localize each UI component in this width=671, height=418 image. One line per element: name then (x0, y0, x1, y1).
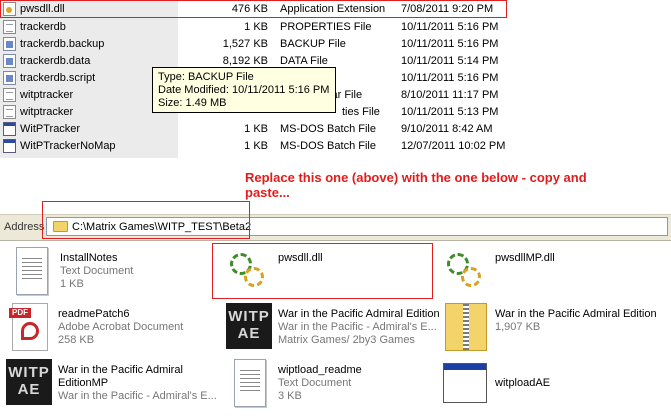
dll-gears-icon (443, 247, 485, 295)
tooltip-type: Type: BACKUP File (158, 71, 254, 83)
tile-name-line-2: EditionMP (58, 377, 109, 389)
file-size: 1 KB (244, 123, 268, 135)
file-name: witptracker (20, 106, 74, 118)
witp-ae-logo-icon: WITP AE (6, 359, 52, 405)
tile-size: 258 KB (58, 334, 95, 346)
instruction-line-2: paste... (245, 185, 290, 200)
file-date: 10/11/2011 5:16 PM (401, 21, 499, 33)
file-row-witptrackernomap[interactable]: WitPTrackerNoMap 1 KB MS-DOS Batch File … (0, 138, 671, 155)
file-type: MS-DOS Batch File (280, 140, 376, 152)
file-date: 10/11/2011 5:14 PM (401, 55, 499, 67)
document-icon (3, 105, 16, 119)
tile-readmepatch6[interactable]: PDF readmePatch6 Adobe Acrobat Document … (6, 303, 211, 355)
tile-type: Text Document (278, 377, 352, 389)
tile-witp-ae-zip[interactable]: War in the Pacific Admiral Edition 1,907… (443, 303, 669, 355)
tile-size: 3 KB (278, 390, 302, 402)
tile-witp-ae-shortcut[interactable]: WITP AE War in the Pacific Admiral Editi… (226, 303, 441, 355)
file-row-witptracker-batch[interactable]: WitPTracker 1 KB MS-DOS Batch File 9/10/… (0, 121, 671, 138)
file-date: 10/11/2011 5:16 PM (401, 38, 499, 50)
file-type: BACKUP File (280, 38, 346, 50)
file-date: 12/07/2011 10:02 PM (401, 140, 506, 152)
tile-size: 1,907 KB (495, 321, 541, 333)
document-icon (3, 88, 16, 102)
zip-folder-icon (445, 303, 487, 351)
address-highlight-box (42, 201, 250, 239)
text-document-icon (234, 359, 266, 407)
tile-name: wiptload_readme (278, 364, 362, 376)
tile-pwsdllmp[interactable]: pwsdllMP.dll (443, 247, 663, 299)
instruction-annotation: Replace this one (above) with the one be… (245, 170, 625, 200)
file-date: 10/11/2011 5:13 PM (401, 106, 499, 118)
pdf-icon: PDF (9, 303, 48, 351)
tile-name: readmePatch6 (58, 308, 130, 320)
tooltip-date: Date Modified: 10/11/2011 5:16 PM (158, 84, 330, 96)
tile-name: War in the Pacific Admiral (58, 364, 183, 376)
file-date: 9/10/2011 8:42 AM (401, 123, 493, 135)
file-name: trackerdb.script (20, 72, 96, 84)
file-type: ties File (342, 106, 380, 118)
tile-description: War in the Pacific - Admiral's E... (58, 390, 217, 402)
file-type: PROPERTIES File (280, 21, 372, 33)
system-file-icon (3, 37, 16, 51)
witp-ae-logo-icon: WITP AE (226, 303, 272, 349)
batch-file-icon (3, 122, 16, 136)
tile-witp-ae-mp[interactable]: WITP AE War in the Pacific Admiral Editi… (6, 359, 217, 411)
instruction-line-1: Replace this one (above) with the one be… (245, 170, 587, 185)
tile-name: pwsdllMP.dll (495, 252, 555, 264)
tile-description: War in the Pacific - Admiral's E... (278, 321, 437, 333)
file-name: WitPTracker (20, 123, 81, 135)
pwsdll-tile-highlight-box (212, 243, 433, 299)
file-name: trackerdb.data (20, 55, 91, 67)
file-name: WitPTrackerNoMap (20, 140, 116, 152)
file-name: trackerdb.backup (20, 38, 105, 50)
system-file-icon (3, 54, 16, 68)
application-window-icon (443, 363, 487, 403)
file-date: 8/10/2011 11:17 PM (401, 89, 499, 101)
pwsdll-row-highlight-box (0, 0, 507, 18)
tile-type: Adobe Acrobat Document (58, 321, 184, 333)
tile-installnotes[interactable]: InstallNotes Text Document 1 KB (8, 247, 208, 299)
tile-name: War in the Pacific Admiral Edition (495, 308, 657, 320)
file-details-list: pwsdll.dll 476 KB Application Extension … (0, 0, 671, 160)
tile-type: Text Document (60, 265, 134, 277)
document-icon (3, 20, 16, 34)
file-type: MS-DOS Batch File (280, 123, 376, 135)
tile-wiptload-readme[interactable]: wiptload_readme Text Document 3 KB (226, 359, 426, 411)
file-type: DATA File (280, 55, 328, 67)
tile-publisher: Matrix Games/ 2by3 Games (278, 334, 415, 346)
file-name: trackerdb (20, 21, 66, 33)
file-row-trackerdb[interactable]: trackerdb 1 KB PROPERTIES File 10/11/201… (0, 19, 671, 36)
file-date: 10/11/2011 5:16 PM (401, 72, 499, 84)
address-label: Address (4, 221, 45, 233)
file-row-trackerdb-backup[interactable]: trackerdb.backup 1,527 KB BACKUP File 10… (0, 36, 671, 53)
tile-size: 1 KB (60, 278, 84, 290)
tile-name: War in the Pacific Admiral Edition (278, 308, 440, 320)
tile-witploadae[interactable]: witploadAE (443, 359, 643, 411)
file-size: 1 KB (244, 21, 268, 33)
tile-name: witploadAE (495, 377, 551, 389)
file-info-tooltip: Type: BACKUP File Date Modified: 10/11/2… (152, 67, 336, 113)
text-document-icon (16, 247, 48, 295)
tooltip-size: Size: 1.49 MB (158, 97, 227, 109)
system-file-icon (3, 71, 16, 85)
file-size: 1 KB (244, 140, 268, 152)
tile-name: InstallNotes (60, 252, 118, 264)
file-size: 1,527 KB (222, 38, 268, 50)
file-name: witptracker (20, 89, 74, 101)
batch-file-icon (3, 139, 16, 153)
file-size: 8,192 KB (222, 55, 268, 67)
